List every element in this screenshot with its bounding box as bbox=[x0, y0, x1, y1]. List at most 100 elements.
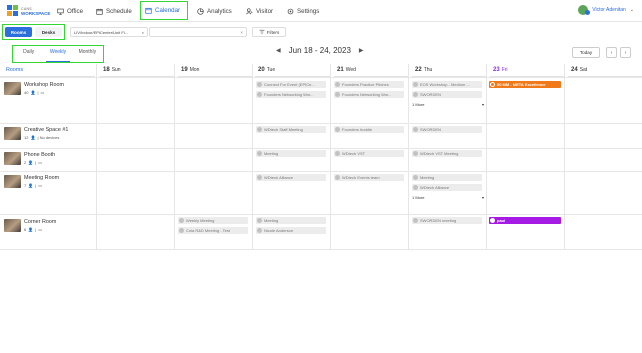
day-header-fri[interactable]: 23 Fri bbox=[490, 64, 565, 77]
grid-divider bbox=[564, 64, 565, 250]
search-input[interactable]: × bbox=[149, 27, 247, 37]
day-header-tue[interactable]: 20 Tue bbox=[255, 64, 330, 77]
avatar-icon bbox=[257, 228, 262, 233]
event-chip[interactable]: EOS Workshop - Medium ... bbox=[412, 81, 482, 88]
event-chip[interactable]: SWORDEN bbox=[412, 91, 482, 98]
brand-logo[interactable]: CANS WORKSPACE bbox=[7, 4, 52, 18]
tab-daily[interactable]: Daily bbox=[17, 46, 40, 62]
location-path-select[interactable]: LIV/Indoor/EPICenter/Unit Fl... × bbox=[70, 27, 148, 37]
room-extra: | bbox=[37, 90, 39, 95]
day-num: 21 bbox=[337, 67, 344, 73]
event-chip[interactable]: WDtech Events team bbox=[334, 174, 404, 181]
event-chip[interactable]: WDtech Alliance bbox=[412, 184, 482, 191]
grid-divider bbox=[408, 64, 409, 250]
day-header-wed[interactable]: 21 Wed bbox=[334, 64, 409, 77]
more-events-link[interactable]: 1 More ▾ bbox=[412, 195, 484, 200]
event-chip[interactable]: WDtech Staff Meeting bbox=[256, 126, 326, 133]
prev-week-arrow-icon[interactable]: ◀ bbox=[276, 47, 281, 54]
calendar-small-icon bbox=[96, 8, 103, 15]
close-icon[interactable]: × bbox=[240, 30, 243, 35]
event-title: WDtech Staff Meeting bbox=[264, 127, 303, 132]
event-title: Founders Networking Wor... bbox=[264, 92, 314, 97]
week-grid: Rooms 18 Sun 19 Mon 20 Tue 21 Wed 22 Thu 23 Fr… bbox=[0, 64, 642, 250]
today-button[interactable]: Today bbox=[572, 47, 600, 58]
next-button[interactable]: › bbox=[620, 47, 631, 58]
event-chip-highlight[interactable]: paul bbox=[489, 217, 561, 224]
row-divider bbox=[0, 171, 642, 172]
chevron-right-icon: › bbox=[624, 49, 627, 56]
nav-settings[interactable]: Settings bbox=[287, 4, 319, 18]
event-chip[interactable]: Connect For Event (EPICe... bbox=[256, 81, 326, 88]
event-title: WDtech VST bbox=[342, 151, 366, 156]
event-chip[interactable]: Weekly Meeting bbox=[178, 217, 248, 224]
segment-desks[interactable]: Desks bbox=[35, 27, 62, 37]
next-week-arrow-icon[interactable]: ▶ bbox=[359, 47, 364, 54]
room-capacity: 6 bbox=[24, 227, 27, 232]
room-corner-room[interactable]: Corner Room 6 👤 | ▭ bbox=[4, 219, 56, 237]
avatar-icon bbox=[335, 92, 340, 97]
avatar-icon bbox=[257, 175, 262, 180]
person-icon: 👤 bbox=[28, 160, 34, 165]
room-capacity: 12 bbox=[24, 135, 29, 140]
view-tabs: Daily Weekly Monthly bbox=[12, 45, 104, 63]
event-chip[interactable]: Nicole Anderson bbox=[256, 227, 326, 234]
row-divider bbox=[0, 123, 642, 124]
tab-weekly[interactable]: Weekly bbox=[46, 46, 70, 62]
nav-visitor[interactable]: Visitor bbox=[246, 4, 273, 18]
day-dow: Thu bbox=[423, 67, 433, 73]
room-workshop-room[interactable]: Workshop Room 40 👤 | ▭ bbox=[4, 82, 64, 100]
device-icon: ▭ bbox=[38, 160, 43, 165]
user-menu[interactable]: Victor Adenitan ⌄ bbox=[578, 5, 634, 15]
row-divider bbox=[0, 148, 642, 149]
more-events-link[interactable]: 1 More ▾ bbox=[412, 102, 484, 107]
event-chip[interactable]: Founders Networking Wor... bbox=[256, 91, 326, 98]
nav-settings-label: Settings bbox=[297, 7, 320, 15]
nav-schedule[interactable]: Schedule bbox=[96, 4, 132, 18]
avatar-icon bbox=[179, 228, 184, 233]
event-chip[interactable]: WDtech VST bbox=[334, 150, 404, 157]
brand-line2: WORKSPACE bbox=[21, 11, 51, 16]
avatar-icon bbox=[257, 92, 262, 97]
event-chip[interactable]: Founders huddle bbox=[334, 126, 404, 133]
tab-monthly[interactable]: Monthly bbox=[76, 46, 99, 62]
device-icon: ▭ bbox=[38, 227, 43, 232]
event-chip[interactable]: WDtech Alliance bbox=[256, 174, 326, 181]
room-creative-space-1[interactable]: Creative Space #1 12 👤 | No devices bbox=[4, 127, 68, 145]
segment-rooms[interactable]: Rooms bbox=[5, 27, 32, 37]
event-chip[interactable]: Founders Networking Wor... bbox=[334, 91, 404, 98]
chevron-down-icon: ⌄ bbox=[629, 7, 634, 13]
event-title: Connect For Event (EPICe... bbox=[264, 82, 315, 87]
day-num: 23 bbox=[493, 67, 500, 73]
filters-button[interactable]: Filters bbox=[252, 27, 286, 37]
nav-office[interactable]: Office bbox=[57, 4, 83, 18]
day-header-sat[interactable]: 24 Sat bbox=[568, 64, 642, 77]
event-title: Founders huddle bbox=[342, 127, 373, 132]
nav-calendar[interactable]: Calendar bbox=[140, 1, 188, 20]
room-thumbnail bbox=[4, 152, 21, 165]
device-icon: ▭ bbox=[38, 183, 43, 188]
event-chip[interactable]: WDtech VST Meeting bbox=[412, 150, 482, 157]
grid-divider bbox=[330, 64, 331, 250]
more-label: 1 More bbox=[412, 102, 425, 107]
event-chip-highlight[interactable]: 00 MM - META Excellence bbox=[489, 81, 561, 88]
day-header-thu[interactable]: 22 Thu bbox=[412, 64, 487, 77]
event-chip[interactable]: Meeting bbox=[256, 217, 326, 224]
event-chip[interactable]: Founders Practice Pitches bbox=[334, 81, 404, 88]
prev-button[interactable]: ‹ bbox=[606, 47, 617, 58]
clear-icon[interactable]: × bbox=[142, 30, 144, 35]
event-chip[interactable]: Cola R&D Meeting - Test bbox=[178, 227, 248, 234]
monitor-icon bbox=[57, 8, 64, 15]
day-header-mon[interactable]: 19 Mon bbox=[178, 64, 253, 77]
avatar-icon bbox=[413, 218, 418, 223]
event-chip[interactable]: Meeting bbox=[256, 150, 326, 157]
day-header-sun[interactable]: 18 Sun bbox=[100, 64, 175, 77]
event-chip[interactable]: SWORDEN meeting bbox=[412, 217, 482, 224]
nav-analytics[interactable]: Analytics bbox=[197, 4, 232, 18]
filters-label: Filters bbox=[266, 29, 280, 35]
room-phone-booth[interactable]: Phone Booth 2 👤 | ▭ bbox=[4, 152, 55, 170]
room-extra: | bbox=[35, 160, 37, 165]
event-title: Weekly Meeting bbox=[186, 218, 215, 223]
event-chip[interactable]: SWORDEN bbox=[412, 126, 482, 133]
room-meeting-room[interactable]: Meeting Room 7 👤 | ▭ bbox=[4, 175, 59, 193]
event-chip[interactable]: Meeting bbox=[412, 174, 482, 181]
